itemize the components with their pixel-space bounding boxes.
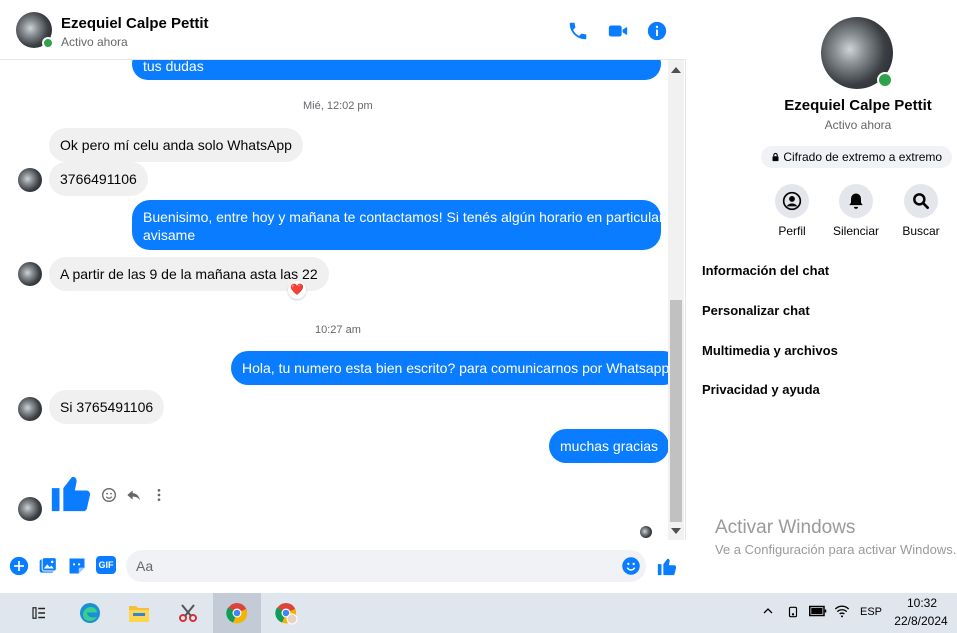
message-incoming[interactable]: 3766491106 (49, 162, 148, 196)
thumbs-up-icon[interactable] (48, 469, 94, 515)
gif-icon[interactable]: GIF (96, 556, 116, 576)
avatar[interactable] (18, 168, 42, 192)
online-indicator (42, 37, 54, 49)
scroll-down-icon[interactable] (671, 528, 681, 534)
menu-media-files[interactable]: Multimedia y archivos (702, 343, 838, 358)
clock-time[interactable]: 10:32 (902, 596, 942, 610)
reply-icon[interactable] (126, 487, 142, 503)
heart-reaction-icon[interactable]: ❤️ (288, 281, 306, 299)
contact-status: Activo ahora (61, 35, 128, 49)
more-options-icon[interactable] (151, 487, 167, 503)
react-icon[interactable] (101, 487, 117, 503)
message-outgoing[interactable]: tus dudas (132, 60, 661, 80)
bell-icon (839, 184, 873, 218)
snipping-tool-icon[interactable] (164, 593, 212, 633)
timestamp: 10:27 am (315, 324, 361, 336)
contact-status: Activo ahora (824, 118, 892, 132)
message-incoming[interactable]: A partir de las 9 de la mañana asta las … (49, 257, 329, 291)
search-button[interactable]: Buscar (886, 184, 956, 238)
activation-watermark-title: Activar Windows (715, 517, 856, 538)
chrome-profile-icon[interactable] (262, 593, 310, 633)
message-outgoing[interactable]: muchas gracias (549, 429, 668, 463)
sticker-icon[interactable] (67, 556, 87, 576)
taskbar: ESP 10:32 22/8/2024 (0, 593, 957, 633)
timestamp: Mié, 12:02 pm (303, 100, 373, 112)
encryption-badge[interactable]: Cifrado de extremo a extremo (761, 146, 953, 168)
profile-label: Perfil (778, 224, 806, 238)
contact-name[interactable]: Ezequiel Calpe Pettit (61, 15, 209, 32)
message-incoming[interactable]: Ok pero mí celu anda solo WhatsApp (49, 128, 303, 162)
scrollbar[interactable] (668, 60, 684, 540)
seen-avatar (640, 526, 652, 538)
avatar[interactable] (18, 397, 42, 421)
online-indicator (877, 72, 893, 88)
plus-icon[interactable] (9, 556, 29, 576)
mute-button[interactable]: Silenciar (821, 184, 891, 238)
wifi-icon[interactable] (834, 604, 850, 621)
chat-pane: Ezequiel Calpe Pettit Activo ahora tus d… (0, 0, 686, 593)
show-hidden-icons-icon[interactable] (762, 605, 774, 620)
message-input[interactable] (126, 550, 646, 582)
battery-icon[interactable] (809, 604, 827, 621)
search-label: Buscar (902, 224, 940, 238)
message-list: tus dudas Mié, 12:02 pm Ok pero mí celu … (0, 60, 668, 540)
menu-customize-chat[interactable]: Personalizar chat (702, 303, 810, 318)
message-text-line: avisame (143, 227, 196, 243)
gif-label: GIF (96, 556, 116, 574)
messenger-window: Ezequiel Calpe Pettit Activo ahora tus d… (0, 0, 957, 633)
emoji-icon[interactable] (621, 556, 641, 576)
message-outgoing[interactable]: Hola, tu numero esta bien escrito? para … (231, 351, 668, 385)
chat-header: Ezequiel Calpe Pettit Activo ahora (0, 0, 686, 60)
mute-label: Silenciar (832, 224, 880, 238)
phone-icon[interactable] (567, 20, 589, 42)
activation-watermark-subtitle: Ve a Configuración para activar Windows. (715, 542, 957, 557)
profile-button[interactable]: Perfil (757, 184, 827, 238)
clock-date[interactable]: 22/8/2024 (890, 614, 952, 628)
info-icon[interactable] (646, 20, 668, 42)
video-icon[interactable] (607, 20, 629, 42)
encryption-label: Cifrado de extremo a extremo (783, 150, 943, 164)
image-icon[interactable] (38, 556, 58, 576)
edge-icon[interactable] (66, 593, 114, 633)
chrome-icon[interactable] (213, 593, 261, 633)
menu-privacy-help[interactable]: Privacidad y ayuda (702, 382, 820, 397)
avatar[interactable] (18, 262, 42, 286)
task-view-icon[interactable] (15, 593, 63, 633)
message-outgoing[interactable]: Buenisimo, entre hoy y mañana te contact… (132, 200, 664, 250)
message-composer: GIF (0, 540, 686, 593)
lock-icon (772, 152, 779, 162)
scrollbar-thumb[interactable] (670, 300, 682, 522)
profile-icon (775, 184, 809, 218)
message-text-line: Buenisimo, entre hoy y mañana te contact… (143, 209, 664, 225)
message-incoming[interactable]: Si 3765491106 (49, 390, 165, 424)
file-explorer-icon[interactable] (115, 593, 163, 633)
usb-device-icon[interactable] (786, 604, 800, 623)
contact-name: Ezequiel Calpe Pettit (784, 97, 932, 114)
scroll-up-icon[interactable] (671, 67, 681, 73)
search-icon (904, 184, 938, 218)
language-indicator[interactable]: ESP (860, 606, 882, 618)
avatar[interactable] (18, 497, 42, 521)
chat-info-panel: Ezequiel Calpe Pettit Activo ahora Cifra… (687, 0, 957, 593)
menu-chat-info[interactable]: Información del chat (702, 263, 829, 278)
thumbs-up-send-icon[interactable] (656, 555, 677, 576)
